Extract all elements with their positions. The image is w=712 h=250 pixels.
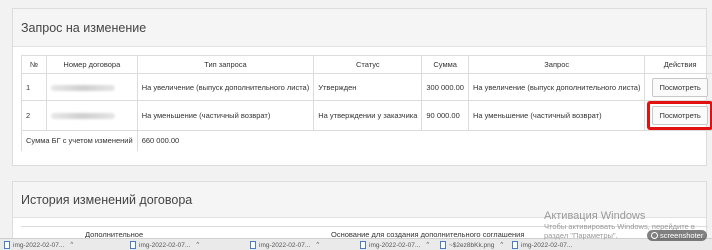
taskbar-item[interactable]: img-2022-02-07... [512,240,572,250]
total-label: Сумма БГ с учетом изменений [21,130,138,151]
row-request: На увеличение (выпуск дополнительного ли… [467,73,646,101]
row-actions: Посмотреть [644,73,712,101]
file-icon [512,241,518,249]
total-value: 660 000.00 [136,130,712,151]
taskbar-item[interactable]: img-2022-02-07... ^ [250,240,319,250]
contract-number-redacted [46,100,138,131]
col-request: Запрос [467,55,646,74]
row-type: На уменьшение (частичный возврат) [136,100,315,131]
file-icon [250,241,256,249]
col-request-type: Тип запроса [136,55,315,74]
row-num: 1 [21,73,47,101]
chevron-up-icon: ^ [500,242,504,248]
taskbar-item[interactable]: ~$2ez8bKk.png ^ [440,240,503,250]
watermark-title: Активация Windows [544,210,646,222]
taskbar-item[interactable]: img-2022-02-07... ^ [360,240,429,250]
col-status: Статус [313,55,423,74]
file-icon [130,241,136,249]
row-request: На уменьшение (частичный возврат) [467,100,646,131]
table-header-row: № Номер договора Тип запроса Статус Сумм… [21,55,712,74]
row-sum: 90 000.00 [421,100,469,131]
col-num: № [21,55,47,74]
taskbar-item[interactable]: img-2022-02-07... ^ [130,240,199,250]
contract-number-redacted [46,73,138,101]
view-button[interactable]: Посмотреть [652,77,708,97]
highlight-box: Посмотреть [647,101,712,130]
row-num: 2 [21,100,47,131]
table-row: 1 На увеличение (выпуск дополнительного … [21,73,712,101]
row-status: Утвержден [313,73,423,101]
table-row: 2 На уменьшение (частичный возврат) На у… [21,100,712,131]
chevron-up-icon: ^ [426,242,430,248]
change-request-title: Запрос на изменение [13,9,706,47]
row-sum: 300 000.00 [421,73,469,101]
row-actions: Посмотреть [644,100,712,131]
screenshoter-badge: screenshoter [647,230,708,241]
view-button-highlighted[interactable]: Посмотреть [652,106,708,125]
col-contract-number: Номер договора [46,55,138,74]
chevron-up-icon: ^ [196,242,200,248]
file-icon [440,241,446,249]
col-actions: Действия [644,55,712,74]
camera-icon [651,232,658,239]
col-sum: Сумма [421,55,469,74]
file-icon [360,241,366,249]
total-row: Сумма БГ с учетом изменений 660 000.00 [21,130,712,151]
file-icon [4,241,10,249]
row-status: На утверждении у заказчика [313,100,423,131]
chevron-up-icon: ^ [70,242,74,248]
row-type: На увеличение (выпуск дополнительного ли… [136,73,315,101]
chevron-up-icon: ^ [316,242,320,248]
change-request-panel: Запрос на изменение № Номер договора Тип… [12,8,712,166]
change-request-table: № Номер договора Тип запроса Статус Сумм… [21,55,712,151]
taskbar-item[interactable]: img-2022-02-07... ^ [4,240,73,250]
